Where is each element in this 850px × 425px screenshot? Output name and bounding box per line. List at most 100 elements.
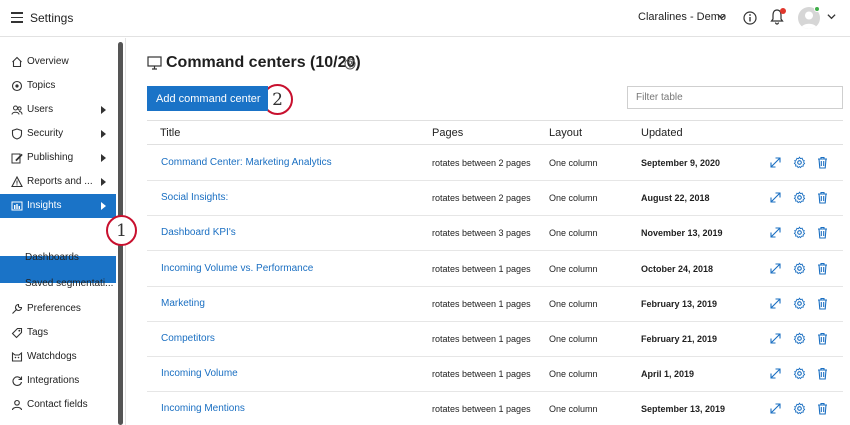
expand-arrow-icon: [101, 202, 106, 210]
wrench-icon: [12, 303, 23, 314]
person-icon: [11, 399, 23, 411]
layout-cell: One column: [549, 193, 598, 204]
sidebar-item-preferences[interactable]: Preferences: [0, 297, 116, 321]
pages-cell: rotates between 1 pages: [432, 334, 531, 344]
command-center-title-link[interactable]: Competitors: [161, 333, 215, 344]
gear-icon[interactable]: [793, 191, 806, 204]
trash-icon[interactable]: [816, 332, 829, 345]
users-icon: [11, 105, 23, 115]
command-center-title-link[interactable]: Command Center: Marketing Analytics: [161, 157, 332, 168]
column-header-updated[interactable]: Updated: [641, 127, 683, 139]
expand-icon[interactable]: [769, 226, 782, 239]
command-center-title-link[interactable]: Incoming Mentions: [161, 403, 245, 414]
gear-icon[interactable]: [793, 297, 806, 310]
expand-icon[interactable]: [769, 367, 782, 380]
trash-icon[interactable]: [816, 156, 829, 169]
sidebar-item-integrations[interactable]: Integrations: [0, 369, 116, 393]
expand-icon[interactable]: [769, 402, 782, 415]
pages-cell: rotates between 1 pages: [432, 404, 531, 415]
trash-icon[interactable]: [816, 226, 829, 239]
command-center-title-link[interactable]: Marketing: [161, 298, 205, 309]
column-header-layout[interactable]: Layout: [549, 127, 582, 139]
sidebar-item-label: Contact fields: [27, 399, 88, 410]
sidebar-item-overview[interactable]: Overview: [0, 50, 116, 74]
command-center-title-link[interactable]: Dashboard KPI's: [161, 227, 236, 238]
expand-icon[interactable]: [769, 332, 782, 345]
monitor-icon: [147, 56, 162, 70]
step-marker-1: 1: [106, 215, 137, 246]
layout-cell: One column: [549, 228, 598, 239]
table-row[interactable]: Incoming Volume rotates between 1 pages On…: [147, 357, 843, 393]
layout-cell: One column: [549, 334, 598, 344]
table-row[interactable]: Incoming Mentions rotates between 1 pages…: [147, 392, 843, 425]
gear-icon[interactable]: [793, 262, 806, 275]
trash-icon[interactable]: [816, 402, 829, 415]
pages-cell: rotates between 2 pages: [432, 193, 531, 204]
sidebar-item-label: Preferences: [27, 303, 81, 314]
shield-icon: [11, 128, 23, 140]
add-command-center-button[interactable]: Add command center: [147, 86, 268, 111]
sidebar-item-label: Security: [27, 128, 64, 139]
sidebar-item-label: Reports and ...: [27, 176, 93, 187]
table-row[interactable]: Incoming Volume vs. Performance rotates b…: [147, 252, 843, 287]
command-center-title-link[interactable]: Incoming Volume vs. Performance: [161, 263, 313, 274]
command-center-title-link[interactable]: Incoming Volume: [161, 368, 238, 379]
sidebar-item-reports[interactable]: Reports and ...: [0, 170, 116, 194]
gear-icon[interactable]: [793, 367, 806, 380]
warning-icon: [11, 176, 23, 188]
table-row[interactable]: Marketing rotates between 1 pages One colu…: [147, 287, 843, 322]
menu-icon[interactable]: [11, 12, 23, 23]
app-title: Settings: [30, 11, 74, 25]
sidebar-item-label: Users: [27, 104, 54, 115]
gear-icon[interactable]: [793, 402, 806, 415]
chevron-down-icon[interactable]: [717, 12, 726, 21]
sidebar-item-tags[interactable]: Tags: [0, 321, 116, 345]
expand-arrow-icon: [101, 154, 106, 162]
sidebar-item-label: Watchdogs: [27, 351, 77, 362]
table-row[interactable]: Social Insights: rotates between 2 pages O…: [147, 181, 843, 217]
gear-icon[interactable]: [793, 226, 806, 239]
sidebar-item-security[interactable]: Security: [0, 122, 116, 146]
sidebar-item-publishing[interactable]: Publishing: [0, 146, 116, 170]
sidebar-subitem-command-centers[interactable]: Command centers: [25, 226, 107, 237]
table-header: Title Pages Layout Updated: [147, 120, 843, 145]
updated-cell: November 13, 2019: [641, 228, 723, 239]
pages-cell: rotates between 1 pages: [432, 263, 531, 274]
updated-cell: February 13, 2019: [641, 298, 718, 309]
sidebar-subitem-dashboards[interactable]: Dashboards: [25, 252, 79, 263]
sidebar-item-topics[interactable]: Topics: [0, 74, 116, 98]
sidebar-item-users[interactable]: Users: [0, 98, 116, 122]
column-header-pages[interactable]: Pages: [432, 127, 463, 139]
sidebar-subitem-saved-segmentations[interactable]: Saved segmentati...: [25, 278, 113, 289]
trash-icon[interactable]: [816, 262, 829, 275]
expand-icon[interactable]: [769, 156, 782, 169]
help-icon[interactable]: [344, 58, 356, 70]
table-row[interactable]: Command Center: Marketing Analytics rotat…: [147, 146, 843, 181]
expand-icon[interactable]: [769, 262, 782, 275]
account-switcher[interactable]: Claralines - Demo: [638, 11, 726, 23]
trash-icon[interactable]: [816, 297, 829, 310]
watchdog-icon: [11, 351, 23, 362]
table-row[interactable]: Competitors rotates between 1 pages One co…: [147, 322, 843, 357]
sidebar-item-label: Overview: [27, 56, 69, 67]
trash-icon[interactable]: [816, 191, 829, 204]
info-icon[interactable]: [743, 11, 757, 25]
column-header-title[interactable]: Title: [160, 127, 180, 139]
sidebar-item-watchdogs[interactable]: Watchdogs: [0, 345, 116, 369]
home-icon: [12, 56, 22, 68]
command-center-title-link[interactable]: Social Insights:: [161, 192, 228, 203]
table-row[interactable]: Dashboard KPI's rotates between 3 pages On…: [147, 216, 843, 252]
pencil-icon: [11, 153, 23, 164]
filter-table-input[interactable]: [627, 86, 843, 109]
updated-cell: April 1, 2019: [641, 369, 695, 380]
sidebar-item-contact-fields[interactable]: Contact fields: [0, 393, 116, 417]
gear-icon[interactable]: [793, 332, 806, 345]
page-title: Command centers (10/20): [166, 54, 361, 71]
expand-icon[interactable]: [769, 191, 782, 204]
chevron-down-icon[interactable]: [827, 12, 836, 21]
expand-arrow-icon: [101, 106, 106, 114]
sidebar-item-insights[interactable]: Insights: [0, 194, 116, 218]
expand-icon[interactable]: [769, 297, 782, 310]
trash-icon[interactable]: [816, 367, 829, 380]
gear-icon[interactable]: [793, 156, 806, 169]
